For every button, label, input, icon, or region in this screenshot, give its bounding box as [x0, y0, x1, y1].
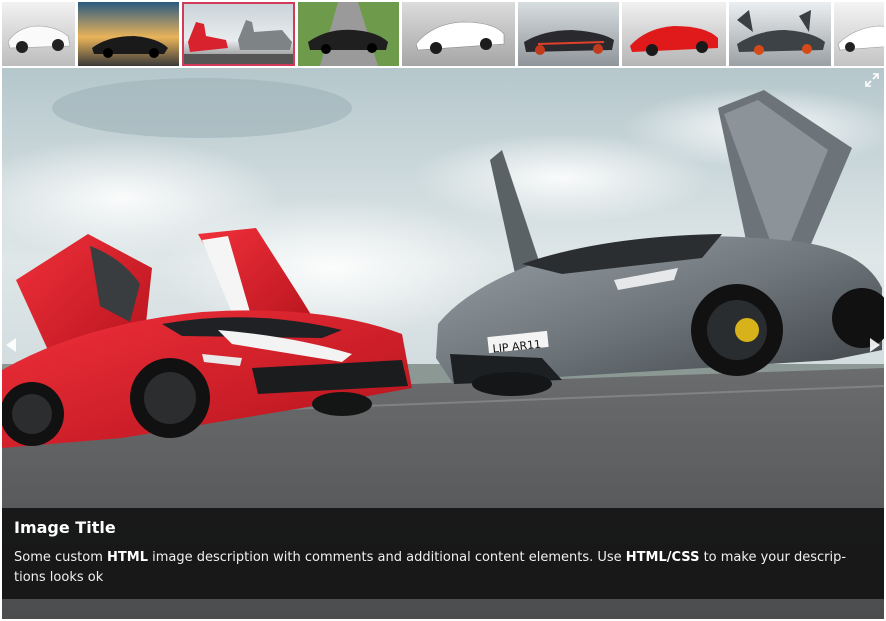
caption-bold-html: HTML	[107, 550, 148, 565]
thumbnail-1[interactable]	[2, 2, 75, 66]
caption-title: Image Title	[14, 518, 116, 537]
caption-description: Some custom HTML image description with …	[14, 548, 872, 588]
expand-icon	[865, 73, 879, 87]
fullscreen-button[interactable]	[864, 72, 880, 88]
next-image-button[interactable]	[866, 334, 884, 356]
caption-text-1: Some custom	[14, 550, 108, 565]
main-image-stage: LIP AR11 Image Title Some custom HTML im…	[2, 68, 884, 619]
thumbnail-strip	[2, 2, 884, 66]
thumbnail-2[interactable]	[78, 2, 179, 66]
chevron-right-icon	[870, 338, 880, 352]
thumbnail-3[interactable]	[182, 2, 295, 66]
previous-image-button[interactable]	[2, 334, 20, 356]
thumbnail-8[interactable]	[729, 2, 831, 66]
caption-text-2: image description with comments and addi…	[147, 550, 626, 565]
thumbnail-6[interactable]	[518, 2, 619, 66]
thumbnail-9[interactable]	[834, 2, 884, 66]
caption-bold-css: HTML/CSS	[625, 550, 700, 565]
thumbnail-5[interactable]	[402, 2, 515, 66]
image-gallery: LIP AR11 Image Title Some custom HTML im…	[0, 0, 886, 621]
image-caption: Image Title Some custom HTML image descr…	[2, 508, 884, 599]
thumbnail-4[interactable]	[298, 2, 399, 66]
thumbnail-7[interactable]	[622, 2, 726, 66]
chevron-left-icon	[6, 338, 16, 352]
